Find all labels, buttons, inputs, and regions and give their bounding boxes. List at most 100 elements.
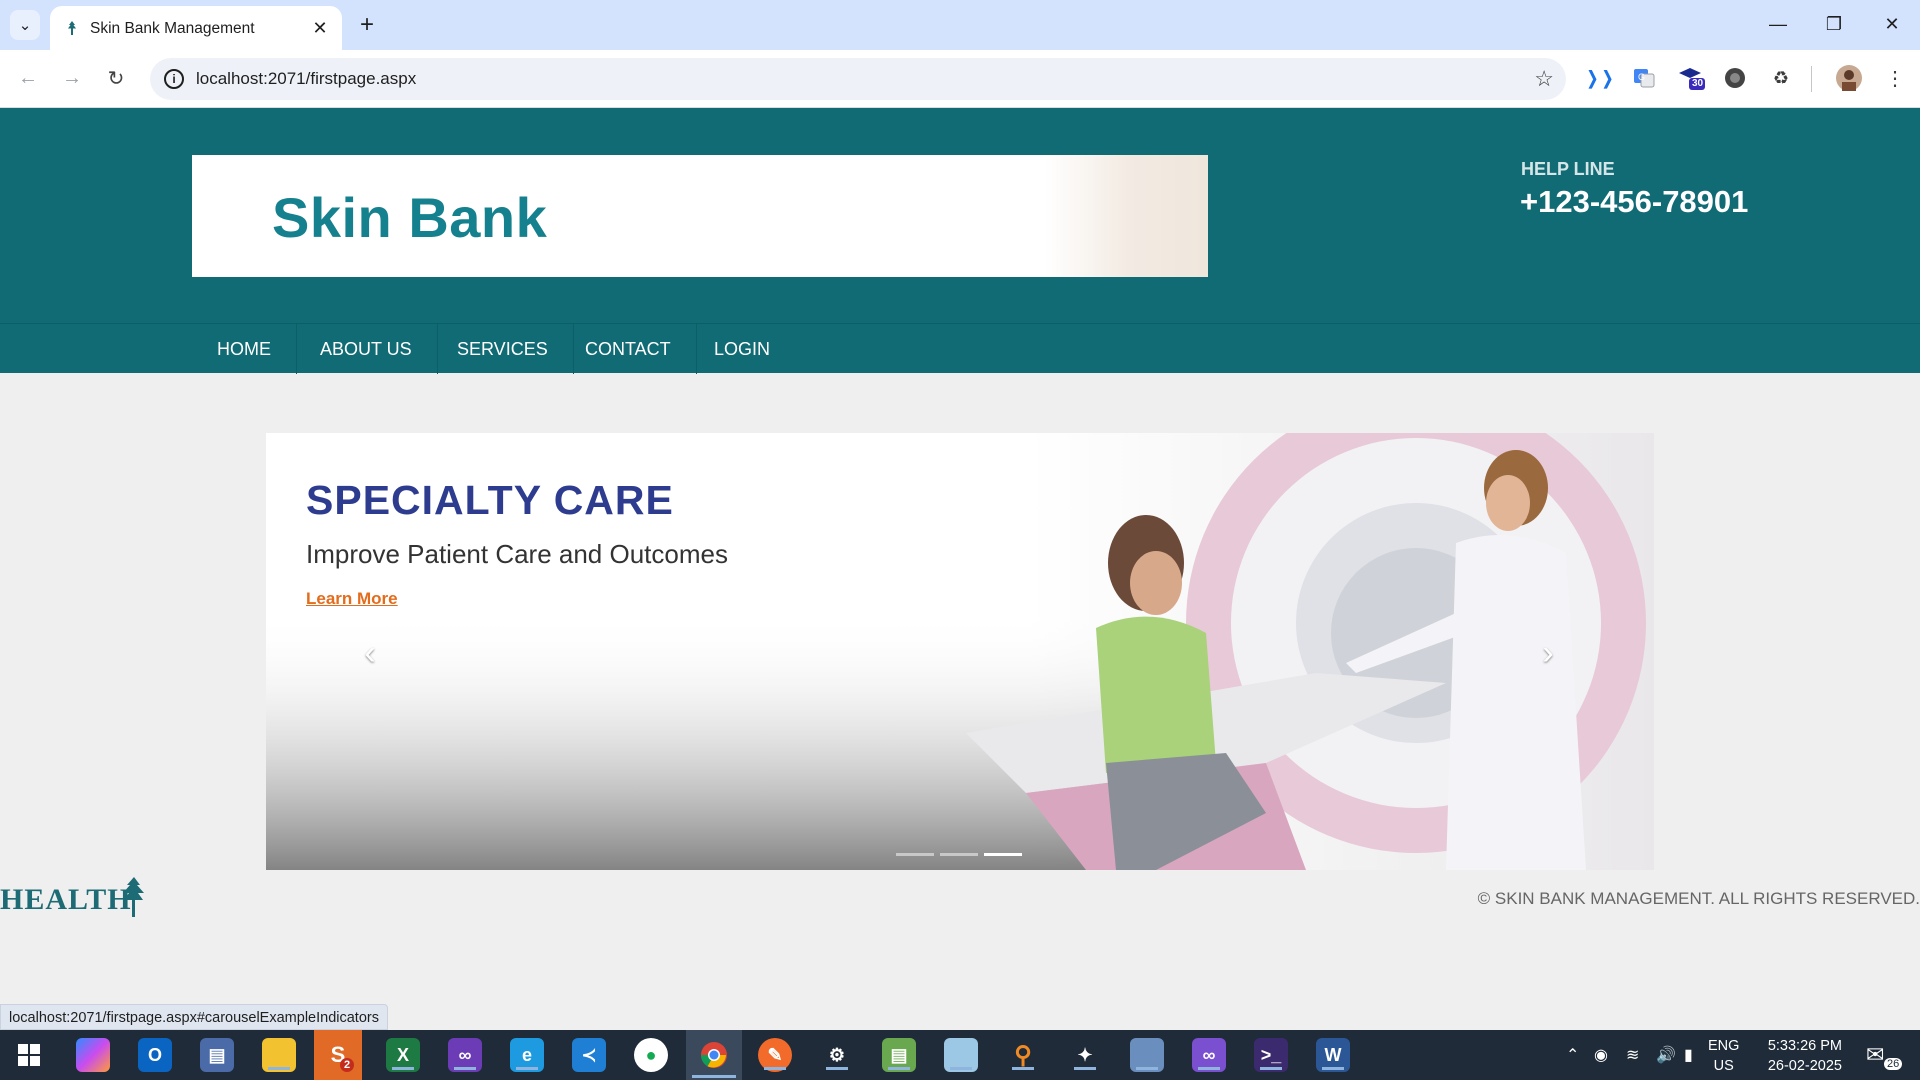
plus-icon: +	[359, 11, 374, 38]
carousel-prev-button[interactable]: ‹	[350, 633, 390, 673]
status-bar-url: localhost:2071/firstpage.aspx#carouselEx…	[0, 1004, 388, 1030]
running-indicator	[1012, 1067, 1034, 1070]
clock-time: 5:33:26 PM	[1767, 1038, 1842, 1054]
paper-icon[interactable]	[944, 1038, 978, 1072]
vscode-icon[interactable]: ≺	[572, 1038, 606, 1072]
chevron-down-icon: ⌄	[18, 17, 32, 34]
minimize-button[interactable]: —	[1750, 0, 1806, 48]
carousel-indicator[interactable]	[940, 853, 978, 856]
terminal-icon[interactable]: >_	[1254, 1038, 1288, 1072]
carousel-indicator[interactable]	[896, 853, 934, 856]
arrow-left-icon: ←	[18, 66, 38, 89]
visual-studio-alt-icon[interactable]: ∞	[1192, 1038, 1226, 1072]
running-indicator	[764, 1067, 786, 1070]
mongodb-icon[interactable]: ●	[634, 1038, 668, 1072]
read-aloud-extension-icon[interactable]: ❭❭	[1585, 63, 1615, 93]
tab-search-button[interactable]: ⌄	[10, 10, 40, 40]
puzzle-icon[interactable]: ♻	[1766, 63, 1796, 93]
excel-icon[interactable]: X	[386, 1038, 420, 1072]
reload-icon: ↻	[107, 67, 125, 90]
site-banner: Skin Bank	[192, 155, 1208, 277]
search-tool-icon[interactable]: ⚲	[1006, 1038, 1040, 1072]
nav-contact[interactable]: CONTACT	[560, 324, 697, 374]
chevron-up-icon[interactable]: ⌃	[1566, 1030, 1579, 1080]
close-tab-icon[interactable]: ✕	[308, 16, 332, 40]
translate-icon: G	[1634, 69, 1655, 88]
volume-icon[interactable]: 🔊	[1656, 1030, 1676, 1080]
system-clock[interactable]: 5:33:26 PM 26-02-2025	[1760, 1036, 1842, 1076]
restore-button[interactable]: ❐	[1806, 0, 1862, 48]
shield-circle-icon	[1725, 68, 1745, 88]
file-explorer-icon[interactable]	[262, 1038, 296, 1072]
graduation-extension-icon[interactable]: 30	[1676, 63, 1706, 93]
network-tool-icon[interactable]: ▤	[200, 1038, 234, 1072]
extension-badge: 30	[1692, 78, 1704, 89]
forward-button[interactable]: →	[56, 62, 88, 94]
carousel-indicators	[896, 853, 1022, 856]
compass-icon[interactable]: ✦	[1068, 1038, 1102, 1072]
language-indicator[interactable]: ENG US	[1708, 1036, 1739, 1076]
copyright-text: © SKIN BANK MANAGEMENT. ALL RIGHTS RESER…	[1477, 889, 1920, 908]
nav-login[interactable]: LOGIN	[689, 324, 795, 374]
running-indicator	[454, 1067, 476, 1070]
slide-title: SPECIALTY CARE	[306, 477, 674, 523]
kebab-icon[interactable]: ⋮	[1880, 63, 1910, 93]
word-icon[interactable]: W	[1316, 1038, 1350, 1072]
info-icon[interactable]: i	[164, 69, 184, 89]
carousel-indicator[interactable]	[984, 853, 1022, 856]
privacy-extension-icon[interactable]	[1720, 63, 1750, 93]
carousel-next-button[interactable]: ›	[1528, 633, 1568, 673]
running-indicator	[1260, 1067, 1282, 1070]
health-logo: HEALTH	[0, 877, 160, 917]
nav-about-us[interactable]: ABOUT US	[295, 324, 438, 374]
edge-icon[interactable]: e	[510, 1038, 544, 1072]
star-icon[interactable]: ☆	[1534, 66, 1554, 92]
hero-carousel: SPECIALTY CARE Improve Patient Care and …	[266, 433, 1654, 870]
skype-icon[interactable]: S 2	[314, 1030, 362, 1080]
learn-more-link[interactable]: Learn More	[306, 589, 398, 609]
wifi-icon[interactable]: ≋	[1626, 1030, 1639, 1080]
favicon-tree-icon	[68, 21, 76, 35]
running-indicator	[950, 1067, 972, 1070]
pen-icon[interactable]: ✎	[758, 1038, 792, 1072]
start-icon[interactable]	[12, 1038, 46, 1072]
reload-button[interactable]: ↻	[100, 62, 132, 94]
lang-secondary: US	[1713, 1058, 1734, 1074]
address-bar[interactable]: i localhost:2071/firstpage.aspx ☆	[150, 58, 1566, 100]
running-indicator	[1136, 1067, 1158, 1070]
notifications-icon[interactable]: ✉ 26	[1866, 1030, 1903, 1080]
browser-tab-active[interactable]: Skin Bank Management ✕	[50, 6, 342, 50]
back-button[interactable]: ←	[12, 62, 44, 94]
running-indicator	[888, 1067, 910, 1070]
profile-avatar[interactable]	[1834, 63, 1864, 93]
notepad-icon[interactable]: ▤	[882, 1038, 916, 1072]
nav-home[interactable]: HOME	[192, 324, 297, 374]
visual-studio-icon[interactable]: ∞	[448, 1038, 482, 1072]
lang-primary: ENG	[1708, 1038, 1740, 1054]
vpn-icon[interactable]: ◉	[1594, 1030, 1608, 1080]
close-window-button[interactable]: ✕	[1864, 0, 1920, 48]
toolbar-divider	[1811, 66, 1812, 92]
browser-toolbar: ← → ↻ i localhost:2071/firstpage.aspx ☆ …	[0, 50, 1920, 108]
copilot-icon[interactable]	[76, 1038, 110, 1072]
running-indicator	[516, 1067, 538, 1070]
skype-badge: 2	[340, 1058, 354, 1072]
translate-extension-icon[interactable]: G	[1629, 63, 1659, 93]
address-url[interactable]: localhost:2071/firstpage.aspx	[196, 69, 416, 89]
chrome-icon[interactable]	[686, 1030, 742, 1080]
nav-services[interactable]: SERVICES	[432, 324, 574, 374]
running-indicator	[1198, 1067, 1220, 1070]
chevron-right-icon: ›	[1542, 633, 1554, 672]
browser-tab-strip: ⌄ Skin Bank Management ✕ + — ❐ ✕	[0, 0, 1920, 50]
settings-icon[interactable]: ⚙	[820, 1038, 854, 1072]
battery-icon[interactable]: ▮	[1684, 1030, 1693, 1080]
folder-icon[interactable]	[1130, 1038, 1164, 1072]
tab-title: Skin Bank Management	[90, 20, 255, 37]
brand-title: Skin Bank	[272, 186, 548, 249]
running-indicator	[692, 1075, 736, 1078]
helpline-label: HELP LINE	[1521, 159, 1615, 179]
helpline-number: +123-456-78901	[1520, 184, 1749, 219]
health-logo-text: HEALTH	[0, 883, 132, 916]
new-tab-button[interactable]: +	[352, 10, 382, 40]
outlook-icon[interactable]: O	[138, 1038, 172, 1072]
